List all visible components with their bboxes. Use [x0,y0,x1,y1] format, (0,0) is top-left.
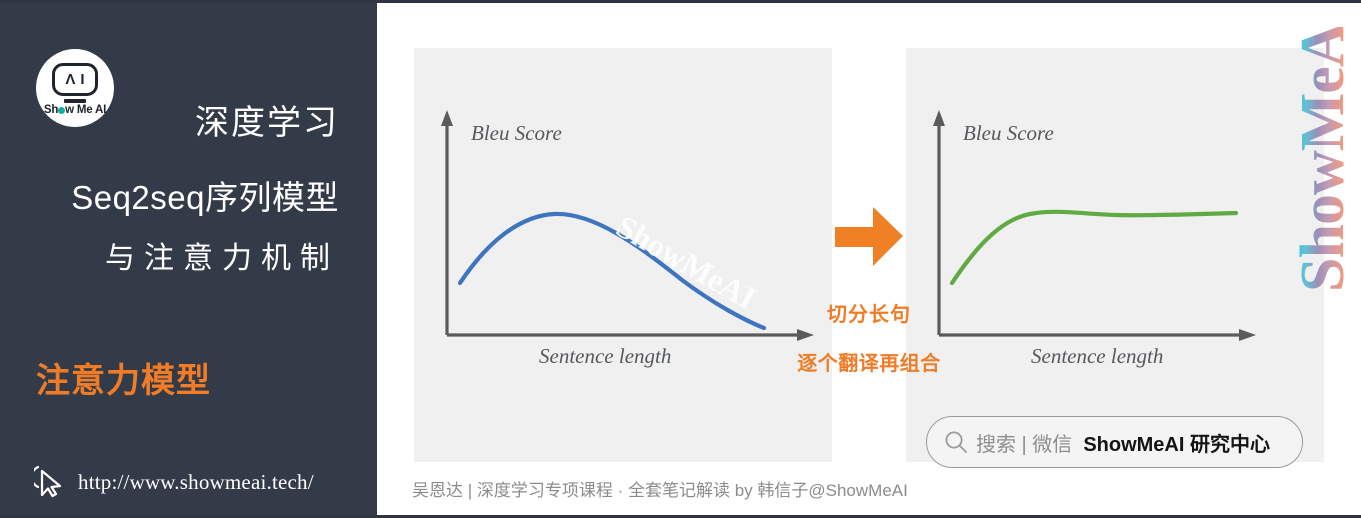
wechat-search-box[interactable]: 搜索 | 微信 ShowMeAI 研究中心 [926,416,1303,468]
search-icon [945,431,967,453]
watermark-diagonal-left: ShowMeAI [611,208,763,317]
slide-root: Λ I Sh w Me AI 深度学习 Seq2seq序列模型 与注意力机制 注意… [0,0,1361,518]
logo-wordmark-pre: Sh [43,104,59,116]
website-url[interactable]: http://www.showmeai.tech/ [78,470,314,495]
y-axis-label-right: Bleu Score [963,121,1054,145]
title-line-1: 深度学习 [195,104,339,142]
chart-panel-right: Bleu Score Sentence length [906,48,1324,462]
logo-wordmark: Sh w Me AI [36,104,114,116]
url-row[interactable]: http://www.showmeai.tech/ [34,465,314,499]
title-line-3: 与注意力机制 [105,242,339,275]
right-arrow-icon [835,207,903,266]
chart-left-svg: ShowMeAI Bleu Score Sentence length [441,110,814,368]
cursor-pointer-icon [34,465,62,498]
robot-head-icon: Λ I [52,63,98,96]
search-placeholder-text: 搜索 | 微信 [976,433,1073,456]
logo-wordmark-post: w Me AI [65,104,107,116]
sidebar: Λ I Sh w Me AI 深度学习 Seq2seq序列模型 与注意力机制 注意… [0,3,377,515]
main-content: ShowMeAI Bleu Score Sentence length Bleu… [377,3,1361,515]
chart-panel-left: ShowMeAI Bleu Score Sentence length [414,48,832,462]
chart-right-svg: Bleu Score Sentence length [933,110,1256,368]
arrow-caption-line1: 切分长句 [827,304,911,326]
showmeai-logo: Λ I Sh w Me AI [36,49,114,127]
y-axis-arrow-left [441,110,453,126]
arrow-caption-line2: 逐个翻译再组合 [797,353,941,375]
search-account-name: ShowMeAI 研究中心 [1083,433,1270,456]
x-axis-label-left: Sentence length [539,344,671,368]
y-axis-label-left: Bleu Score [471,121,562,145]
footer-caption: 吴恩达 | 深度学习专项课程 · 全套笔记解读 by 韩信子@ShowMeAI [412,481,908,500]
robot-eye-left: Λ [65,71,76,88]
x-axis-arrow-left [797,329,814,341]
transform-arrow-block: 切分长句 逐个翻译再组合 [797,203,940,375]
x-axis-label-right: Sentence length [1031,344,1163,368]
y-axis-arrow-right [933,110,945,126]
x-axis-arrow-right [1239,329,1256,341]
robot-eye-right: I [80,71,85,88]
title-line-2: Seq2seq序列模型 [71,179,339,216]
robot-mouth-icon [64,99,86,103]
subtitle-topic: 注意力模型 [36,362,211,400]
